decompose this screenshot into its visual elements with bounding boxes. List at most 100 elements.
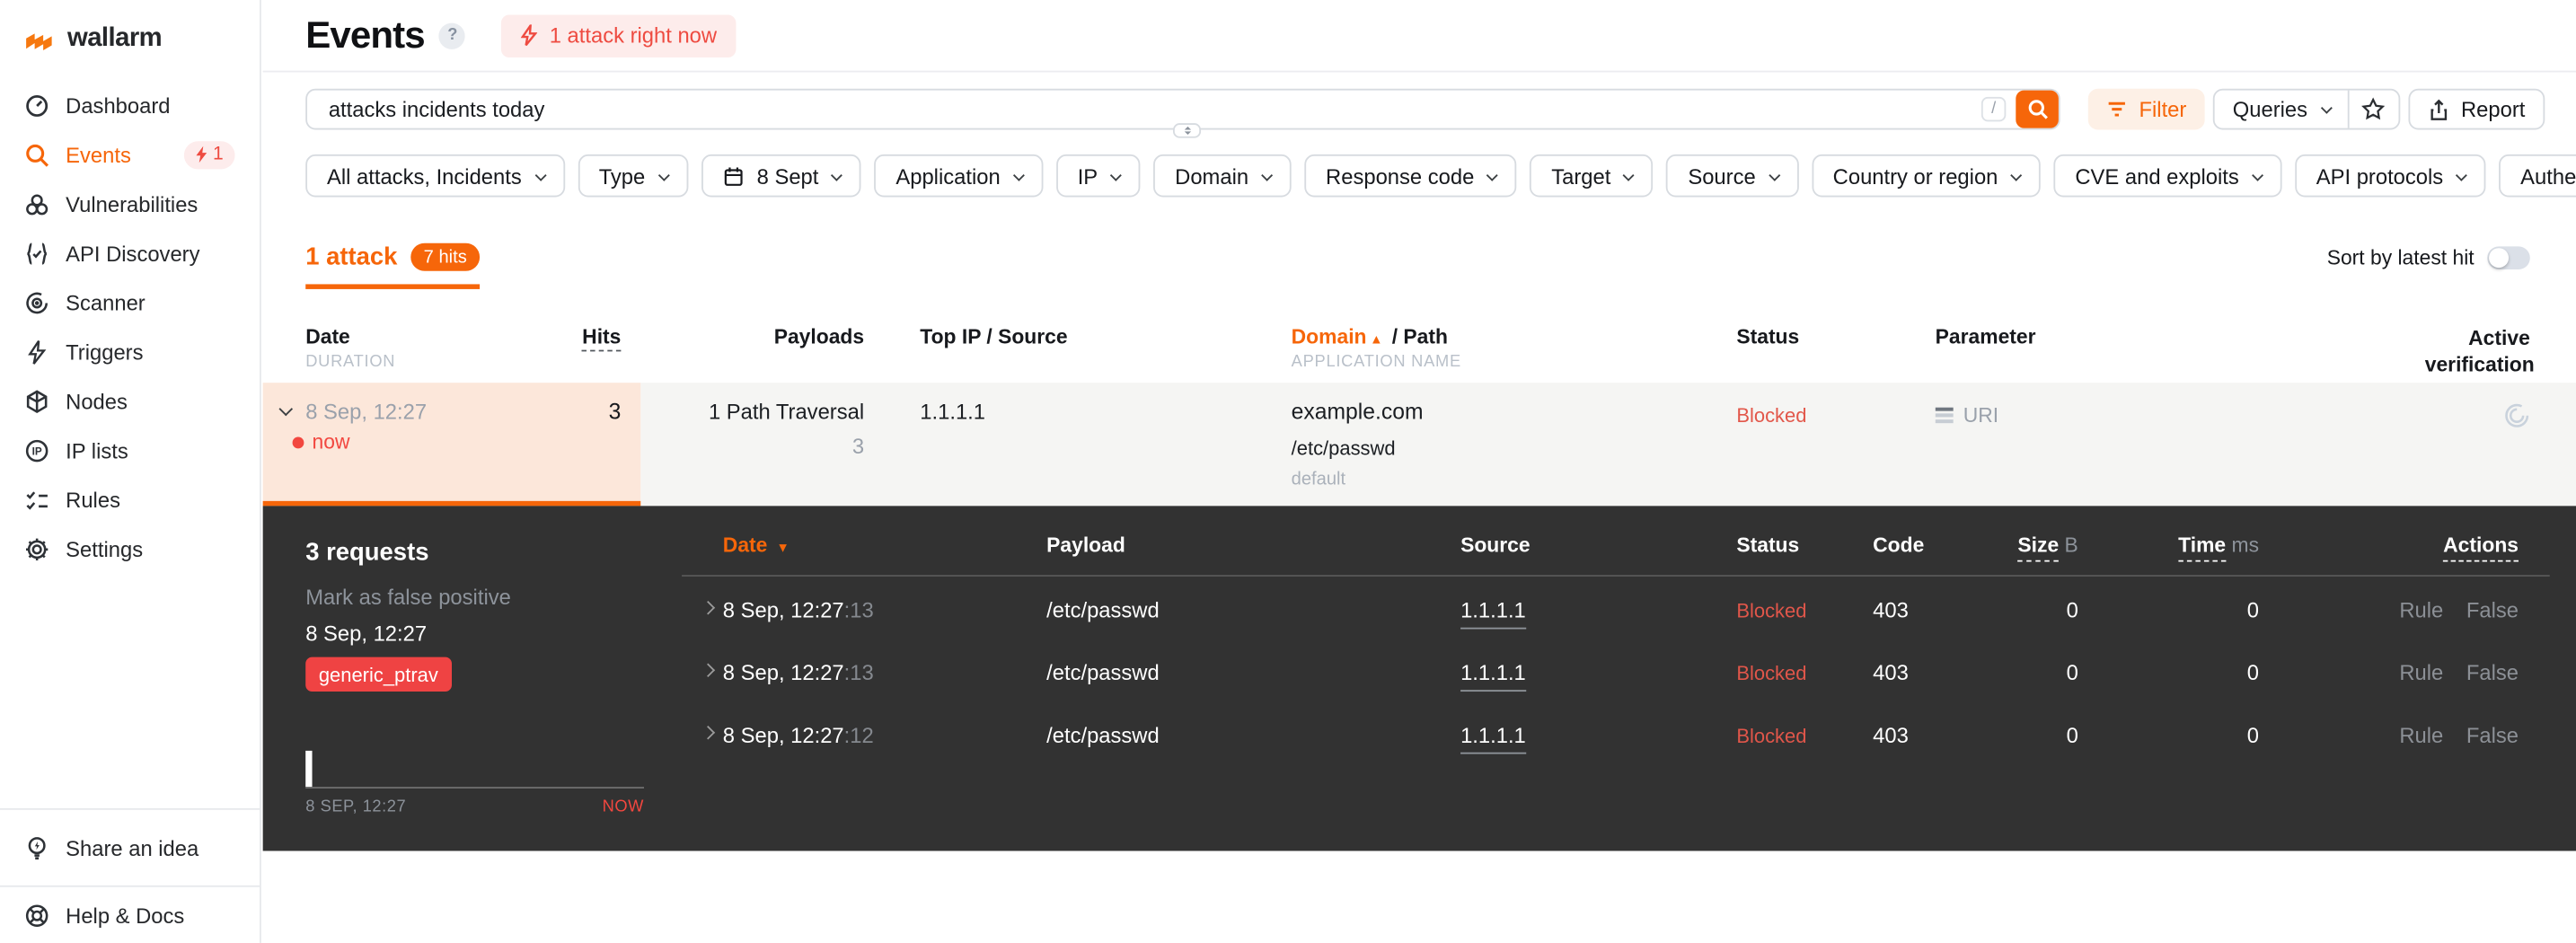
mark-false-positive-link[interactable]: Mark as false positive xyxy=(305,585,511,609)
attack-alert-text: 1 attack right now xyxy=(549,22,718,48)
wallarm-logo-icon xyxy=(23,27,57,51)
false-link[interactable]: False xyxy=(2466,660,2519,684)
page-title: Events xyxy=(305,13,425,57)
attack-parameter: URI xyxy=(1935,404,1998,427)
expand-request-icon[interactable] xyxy=(701,726,716,740)
rule-link[interactable]: Rule xyxy=(2399,598,2443,622)
chevron-down-icon xyxy=(534,168,546,181)
request-details-panel: 3 requests Mark as false positive 8 Sep,… xyxy=(262,506,2576,851)
false-link[interactable]: False xyxy=(2466,723,2519,747)
attacks-table-header: Date DURATION Hits Payloads Top IP / Sou… xyxy=(263,322,2576,383)
detail-col-time[interactable]: Time ms xyxy=(2136,533,2259,562)
col-application-name: APPLICATION NAME xyxy=(1291,353,1461,372)
sidebar-item-vulnerabilities[interactable]: Vulnerabilities xyxy=(0,179,260,228)
sidebar-item-label: IP lists xyxy=(66,437,128,463)
request-source[interactable]: 1.1.1.1 xyxy=(1460,660,1526,692)
filter-chip-type[interactable]: Type xyxy=(577,154,688,198)
filter-chip-authentication[interactable]: Authentication xyxy=(2499,154,2576,198)
filter-chip-target[interactable]: Target xyxy=(1530,154,1654,198)
request-size: 0 xyxy=(2066,660,2078,685)
svg-text:IP: IP xyxy=(32,445,42,457)
filter-chip-cve[interactable]: CVE and exploits xyxy=(2053,154,2282,198)
report-button[interactable]: Report xyxy=(2408,88,2545,130)
report-button-label: Report xyxy=(2460,96,2526,122)
main-content: Events ? 1 attack right now / Filter xyxy=(262,0,2576,943)
request-payload: /etc/passwd xyxy=(1046,660,1160,685)
request-date: 8 Sep, 12:27:13 xyxy=(722,597,874,623)
expand-request-icon[interactable] xyxy=(701,663,716,678)
sidebar-item-share-idea[interactable]: Share an idea xyxy=(0,810,260,886)
sidebar-item-scanner[interactable]: Scanner xyxy=(0,278,260,327)
expand-request-icon[interactable] xyxy=(701,601,716,615)
attack-status: Blocked xyxy=(1736,403,1807,427)
false-link[interactable]: False xyxy=(2466,598,2519,622)
request-status: Blocked xyxy=(1736,724,1807,748)
filter-chip-date[interactable]: 8 Sept xyxy=(701,154,861,198)
col-domain-path[interactable]: Domain ▲ / Path xyxy=(1292,325,1448,348)
lightning-icon xyxy=(521,24,538,47)
star-icon xyxy=(2361,97,2386,120)
sidebar-item-rules[interactable]: Rules xyxy=(0,475,260,524)
sidebar-item-settings[interactable]: Settings xyxy=(0,524,260,573)
attack-top-ip[interactable]: 1.1.1.1 xyxy=(920,399,985,423)
filter-chip-domain[interactable]: Domain xyxy=(1153,154,1292,198)
sidebar-item-dashboard[interactable]: Dashboard xyxy=(0,81,260,130)
attacks-tab[interactable]: 1 attack 7 hits xyxy=(305,242,481,289)
filter-chip-country[interactable]: Country or region xyxy=(1811,154,2041,198)
help-icon[interactable]: ? xyxy=(439,22,466,48)
request-date: 8 Sep, 12:27:13 xyxy=(722,660,874,685)
rule-link[interactable]: Rule xyxy=(2399,660,2443,684)
detail-col-size[interactable]: Size B xyxy=(1955,533,2078,562)
chevron-down-icon xyxy=(831,168,843,181)
attack-hits: 3 xyxy=(608,399,622,424)
sidebar-item-ip-lists[interactable]: IP IP lists xyxy=(0,426,260,475)
dashboard-icon xyxy=(24,93,49,117)
vulnerabilities-icon xyxy=(24,191,49,216)
filter-chip-source[interactable]: Source xyxy=(1666,154,1799,198)
request-source[interactable]: 1.1.1.1 xyxy=(1460,597,1526,629)
favorite-star-button[interactable] xyxy=(2346,90,2398,128)
request-date: 8 Sep, 12:27:12 xyxy=(722,722,874,748)
chevron-down-icon xyxy=(2010,168,2023,181)
filter-chip-application[interactable]: Application xyxy=(874,154,1044,198)
sidebar-item-events[interactable]: Events 1 xyxy=(0,129,260,179)
chevron-down-icon xyxy=(2251,168,2263,181)
col-date: Date xyxy=(305,325,350,348)
sidebar-item-help-docs[interactable]: Help & Docs xyxy=(0,887,260,943)
col-payloads: Payloads xyxy=(773,325,865,348)
request-time: 0 xyxy=(2246,597,2260,623)
chevron-down-icon xyxy=(1768,168,1780,181)
filter-chip-response-code[interactable]: Response code xyxy=(1304,154,1517,198)
queries-dropdown[interactable]: Queries xyxy=(2215,91,2347,128)
sidebar-item-triggers[interactable]: Triggers xyxy=(0,327,260,376)
filter-chip-api-protocols[interactable]: API protocols xyxy=(2294,154,2486,198)
sidebar-footer: Share an idea Help & Docs xyxy=(0,807,260,943)
detail-col-actions[interactable]: Actions xyxy=(2443,533,2519,562)
filter-button[interactable]: Filter xyxy=(2087,88,2205,130)
search-button[interactable] xyxy=(2016,90,2059,128)
brand-name: wallarm xyxy=(66,24,163,53)
api-discovery-icon xyxy=(24,241,49,265)
attack-payload: 1 Path Traversal xyxy=(708,399,865,424)
filter-chip-attacks-incidents[interactable]: All attacks, Incidents xyxy=(305,154,565,198)
sidebar-item-label: API Discovery xyxy=(66,240,200,266)
sidebar-item-nodes[interactable]: Nodes xyxy=(0,376,260,426)
col-hits[interactable]: Hits xyxy=(476,325,622,352)
collapse-filters-handle[interactable] xyxy=(1172,123,1202,138)
request-source[interactable]: 1.1.1.1 xyxy=(1460,722,1526,754)
attack-payload-count: 3 xyxy=(851,433,865,459)
rule-link[interactable]: Rule xyxy=(2399,723,2443,747)
wallarm-logo[interactable]: wallarm xyxy=(0,0,260,71)
attack-domain[interactable]: example.com xyxy=(1292,399,1424,423)
sidebar-item-label: Share an idea xyxy=(66,835,199,860)
filter-chip-ip[interactable]: IP xyxy=(1055,154,1141,198)
sort-toggle[interactable] xyxy=(2487,246,2530,269)
sort-control: Sort by latest hit xyxy=(2327,246,2530,269)
page-header: Events ? 1 attack right now xyxy=(262,0,2576,73)
attack-type-tag[interactable]: generic_ptrav xyxy=(305,657,452,692)
col-top-ip: Top IP / Source xyxy=(920,325,1068,348)
verification-spinner-icon[interactable] xyxy=(2504,402,2530,428)
detail-col-date[interactable]: Date ▼ xyxy=(723,533,793,557)
attack-alert-badge[interactable]: 1 attack right now xyxy=(501,13,737,57)
sidebar-item-api-discovery[interactable]: API Discovery xyxy=(0,228,260,278)
